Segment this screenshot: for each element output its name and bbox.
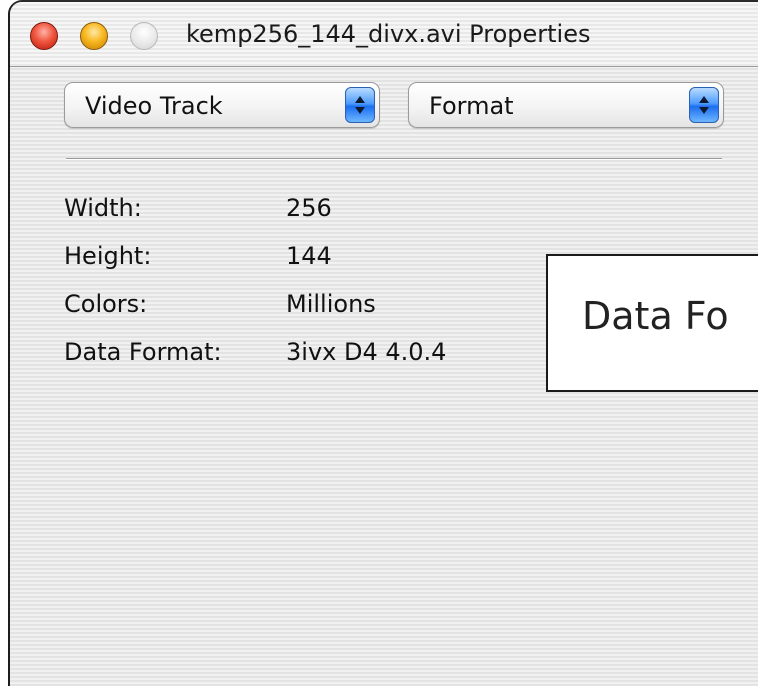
colors-value: Millions (286, 290, 376, 318)
zoom-button[interactable] (130, 22, 158, 50)
title-bar[interactable]: kemp256_144_divx.avi Properties (10, 2, 758, 67)
minimize-button[interactable] (80, 22, 108, 50)
width-label: Width: (64, 194, 142, 222)
window-title: kemp256_144_divx.avi Properties (186, 20, 591, 48)
format-popup-label: Format (429, 92, 514, 120)
height-value: 144 (286, 242, 332, 270)
height-label: Height: (64, 242, 152, 270)
close-button[interactable] (30, 22, 58, 50)
up-down-arrows-icon (345, 87, 375, 123)
separator (66, 158, 722, 160)
data-format-tooltip: Data Fo (546, 254, 758, 392)
tooltip-text: Data Fo (582, 294, 729, 338)
width-value: 256 (286, 194, 332, 222)
data-format-label: Data Format: (64, 338, 222, 366)
properties-window: kemp256_144_divx.avi Properties Video Tr… (8, 0, 758, 686)
colors-label: Colors: (64, 290, 148, 318)
format-popup[interactable]: Format (408, 82, 724, 128)
track-popup[interactable]: Video Track (64, 82, 380, 128)
data-format-value: 3ivx D4 4.0.4 (286, 338, 447, 366)
track-popup-label: Video Track (85, 92, 223, 120)
up-down-arrows-icon (689, 87, 719, 123)
